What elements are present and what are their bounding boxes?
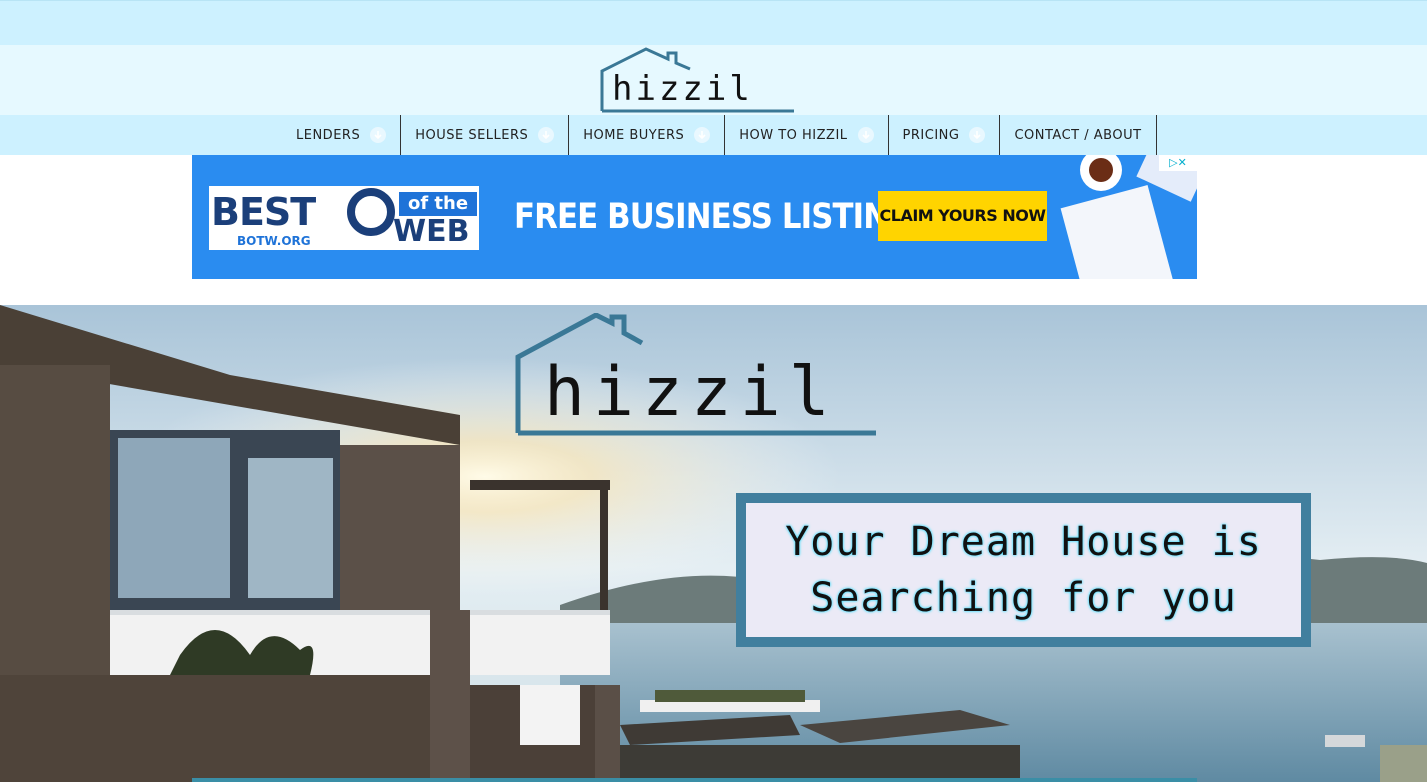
hero-tagline-line: Searching for you <box>810 575 1237 621</box>
ad-brand-best: BEST <box>211 190 316 234</box>
hero-logo-text: hizzil <box>544 353 838 432</box>
nav-item-how-to-hizzil[interactable]: HOW TO HIZZIL <box>725 115 889 155</box>
ad-banner[interactable]: BEST of the WEB BOTW.ORG FREE BUSINESS L… <box>192 155 1197 279</box>
main-nav: LENDERS HOUSE SELLERS HOME BUYERS HOW TO… <box>0 115 1427 155</box>
nav-item-label: HOUSE SELLERS <box>415 127 529 143</box>
top-strip <box>0 0 1427 45</box>
nav-item-contact-about[interactable]: CONTACT / ABOUT <box>1000 115 1157 155</box>
chevron-down-icon <box>538 127 555 143</box>
nav-item-home-buyers[interactable]: HOME BUYERS <box>569 115 726 155</box>
nav-item-label: PRICING <box>902 127 960 143</box>
ad-brand-logo: BEST of the WEB BOTW.ORG <box>209 186 479 250</box>
coffee-cup-icon <box>1080 155 1122 191</box>
target-icon <box>347 188 395 236</box>
ad-headline: FREE BUSINESS LISTING <box>514 197 913 237</box>
chevron-down-icon <box>857 127 874 143</box>
nav-item-label: CONTACT / ABOUT <box>1014 127 1142 143</box>
header-logo[interactable]: hizzil <box>594 47 798 115</box>
hero-tagline-box: Your Dream House is Searching for you <box>736 493 1311 647</box>
ad-brand-url: BOTW.ORG <box>237 234 311 248</box>
hero-tagline-line: Your Dream House is <box>785 519 1262 565</box>
nav-item-label: HOME BUYERS <box>583 127 685 143</box>
chevron-down-icon <box>969 127 986 143</box>
nav-item-label: HOW TO HIZZIL <box>739 127 848 143</box>
chevron-down-icon <box>694 127 711 143</box>
ad-cta-button[interactable]: CLAIM YOURS NOW <box>878 191 1047 241</box>
document-icon <box>1060 185 1174 279</box>
nav-item-house-sellers[interactable]: HOUSE SELLERS <box>401 115 570 155</box>
nav-item-pricing[interactable]: PRICING <box>889 115 1001 155</box>
content-top-border <box>192 778 1197 782</box>
ad-brand-ofthe: of the <box>399 192 477 216</box>
hero-logo[interactable]: hizzil <box>510 312 880 437</box>
ad-choices-close-icon[interactable]: ▷✕ <box>1159 155 1197 171</box>
ad-brand-web: WEB <box>393 214 470 249</box>
header-logo-text: hizzil <box>612 69 753 109</box>
nav-item-label: LENDERS <box>296 127 361 143</box>
chevron-down-icon <box>370 127 387 143</box>
nav-item-lenders[interactable]: LENDERS <box>282 115 402 155</box>
